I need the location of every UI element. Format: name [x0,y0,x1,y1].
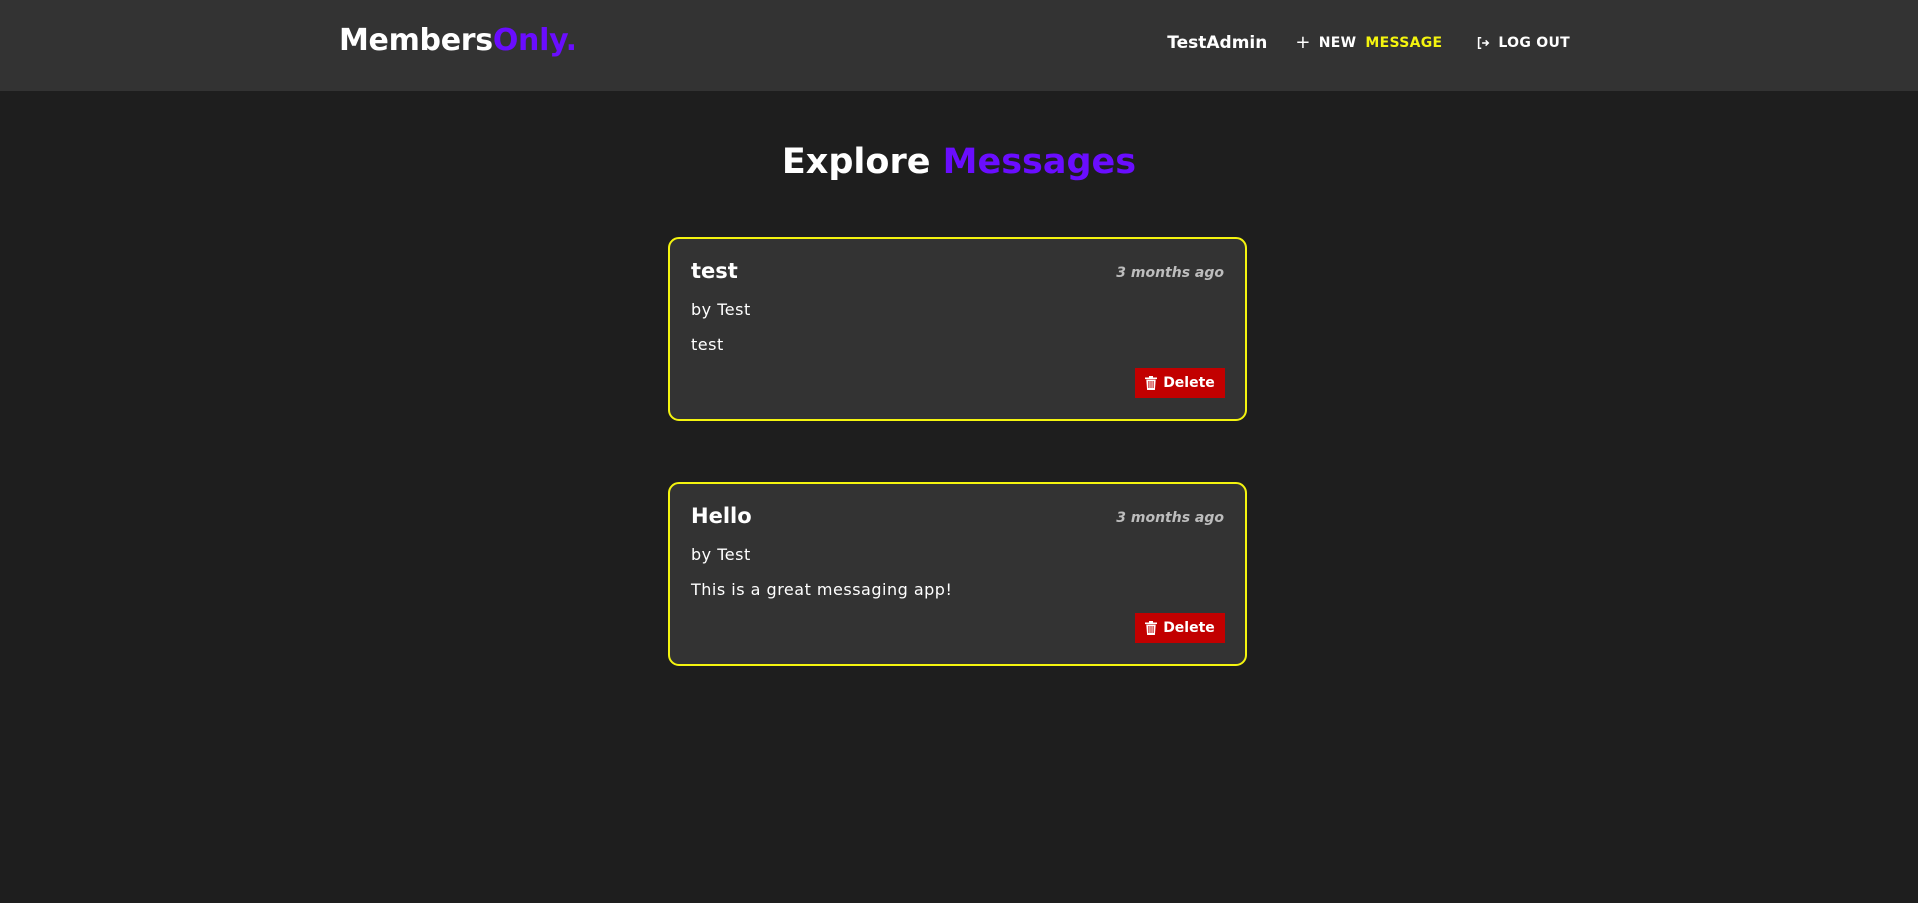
message-label: MESSAGE [1365,35,1443,51]
page-title-accent: Messages [942,142,1137,182]
delete-label: Delete [1163,375,1215,391]
delete-button[interactable]: Delete [1135,368,1225,398]
message-title: test [691,259,738,283]
plus-icon: + [1295,32,1311,53]
page-title-main: Explore [781,142,931,182]
site-logo[interactable]: MembersOnly. [339,23,577,58]
message-timestamp: 3 months ago [1116,510,1224,526]
logout-label: LOG OUT [1498,35,1570,51]
delete-button[interactable]: Delete [1135,613,1225,643]
new-label: NEW [1318,35,1357,51]
message-card: Hello 3 months ago by Test This is a gre… [668,482,1247,666]
logout-icon [1478,36,1490,50]
top-nav: TestAdmin + NEW MESSAGE LOG OUT [1167,33,1570,53]
site-header: MembersOnly. TestAdmin + NEW MESSAGE LOG… [0,0,1918,91]
message-body: This is a great messaging app! [691,580,953,599]
logout-link[interactable]: LOG OUT [1476,35,1570,51]
message-title: Hello [691,504,752,528]
message-author: by Test [691,300,751,319]
trash-icon [1145,376,1158,390]
message-body: test [691,335,724,354]
delete-label: Delete [1163,620,1215,636]
logo-accent-text: Only. [492,23,577,58]
message-author: by Test [691,545,751,564]
logo-main-text: Members [339,23,493,58]
message-card: test 3 months ago by Test test Delete [668,237,1247,421]
new-message-link[interactable]: + NEW MESSAGE [1295,34,1442,52]
message-timestamp: 3 months ago [1116,265,1224,281]
trash-icon [1145,621,1158,635]
page-title: Explore Messages [0,142,1918,182]
username[interactable]: TestAdmin [1167,33,1267,53]
